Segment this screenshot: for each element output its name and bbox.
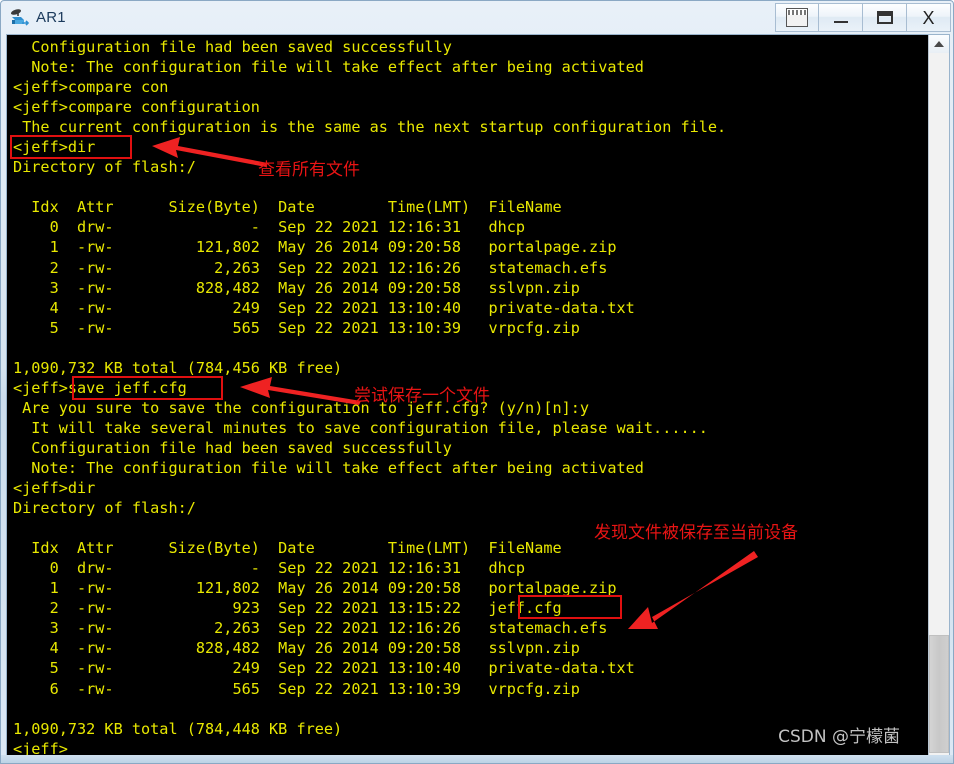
close-button[interactable]: X [907, 3, 951, 32]
maximize-icon [876, 11, 893, 24]
terminal-window: AR1 X Configuration file had been saved … [0, 0, 954, 764]
maximize-button[interactable] [863, 3, 907, 32]
scroll-up-button[interactable] [929, 35, 949, 53]
chevron-up-icon [934, 41, 944, 47]
capture-icon [786, 8, 808, 27]
terminal-output-pane[interactable]: Configuration file had been saved succes… [7, 35, 928, 755]
scrollbar-track[interactable] [929, 53, 949, 755]
capture-button[interactable] [775, 3, 819, 32]
annotation-view-all-files: 查看所有文件 [258, 160, 360, 180]
vertical-scrollbar[interactable] [928, 35, 949, 755]
annotation-file-saved-to-device: 发现文件被保存至当前设备 [594, 523, 798, 543]
terminal-area[interactable]: Configuration file had been saved succes… [6, 34, 950, 756]
window-title: AR1 [36, 9, 66, 26]
scrollbar-thumb[interactable] [929, 635, 949, 753]
annotation-try-save-file: 尝试保存一个文件 [354, 386, 490, 406]
minimize-icon [833, 21, 848, 23]
router-icon [9, 7, 31, 29]
watermark: CSDN @宁檬菌 [778, 727, 900, 747]
window-titlebar[interactable]: AR1 X [1, 1, 953, 34]
minimize-button[interactable] [819, 3, 863, 32]
window-bottom-edge [1, 755, 953, 763]
close-icon: X [922, 7, 935, 28]
window-controls: X [775, 3, 951, 33]
